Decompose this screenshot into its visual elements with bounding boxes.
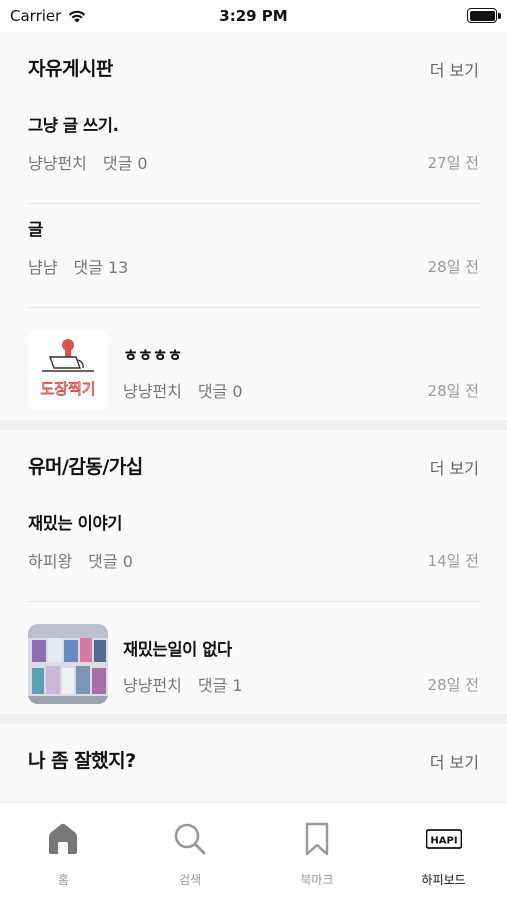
post-author: 냥냥펀치 (28, 154, 87, 173)
post-date: 27일 전 (427, 154, 479, 172)
home-icon (49, 823, 78, 854)
section-title: 나 좀 잘했지? (28, 750, 136, 772)
post-meta: 냠냠 댓글 13 (28, 254, 128, 278)
post-item[interactable]: 그냥 글 쓰기. 냥냥펀치 댓글 0 27일 전 (28, 100, 479, 204)
section-header: 유머/감동/가십 더 보기 (0, 430, 507, 498)
battery-icon (467, 8, 497, 23)
battery-tip (498, 13, 501, 19)
section-bragging: 나 좀 잘했지? 더 보기 (0, 724, 507, 792)
post-item[interactable]: 재밌는 이야기 하피왕 댓글 0 14일 전 (28, 498, 479, 602)
tab-hapiboard[interactable]: HAPI 하피보드 (380, 803, 507, 900)
section-header: 자유게시판 더 보기 (0, 32, 507, 100)
tab-label: 하피보드 (421, 873, 466, 887)
tab-bookmark[interactable]: 북마크 (254, 803, 381, 900)
post-meta: 하피왕 댓글 0 (28, 548, 133, 572)
post-comments: 댓글 1 (197, 676, 243, 695)
status-bar: Carrier 3:29 PM (0, 0, 507, 32)
post-date: 28일 전 (427, 676, 479, 694)
post-author: 냥냥펀치 (123, 382, 182, 401)
board-feed[interactable]: 자유게시판 더 보기 그냥 글 쓰기. 냥냥펀치 댓글 0 27일 전 글 냠냠… (0, 32, 507, 802)
post-meta: 냥냥펀치 댓글 0 (28, 150, 148, 174)
post-thumbnail: 도장찍기 (28, 330, 108, 410)
post-thumbnail (28, 624, 108, 704)
hapi-logo-text: HAPI (430, 836, 457, 847)
post-title: 그냥 글 쓰기. (28, 116, 119, 135)
section-free-board: 자유게시판 더 보기 그냥 글 쓰기. 냥냥펀치 댓글 0 27일 전 글 냠냠… (0, 32, 507, 420)
post-date: 28일 전 (427, 258, 479, 276)
post-comments: 댓글 0 (197, 382, 243, 401)
section-divider (0, 714, 507, 724)
post-title: 글 (28, 220, 43, 239)
tab-label: 홈 (57, 873, 69, 887)
tab-label: 북마크 (300, 873, 334, 887)
tab-search[interactable]: 검색 (127, 803, 254, 900)
section-divider (0, 420, 507, 430)
post-title: 재밌는일이 없다 (123, 640, 232, 659)
post-title: ㅎㅎㅎㅎ (123, 346, 183, 365)
post-comments: 댓글 13 (73, 258, 129, 277)
tab-label: 검색 (179, 873, 202, 887)
post-meta: 냥냥펀치 댓글 1 (123, 672, 243, 696)
more-button[interactable]: 더 보기 (430, 57, 479, 81)
search-icon (174, 823, 206, 855)
stamp-illustration: 도장찍기 (28, 330, 108, 410)
post-author: 하피왕 (28, 552, 73, 571)
more-button[interactable]: 더 보기 (430, 455, 479, 479)
post-author: 냠냠 (28, 258, 58, 277)
section-title: 자유게시판 (28, 58, 113, 80)
bookmark-icon (305, 822, 329, 856)
tab-bar: 홈 검색 북마크 HAPI 하피보드 (0, 802, 507, 900)
tab-home[interactable]: 홈 (0, 803, 127, 900)
post-item[interactable]: 도장찍기 ㅎㅎㅎㅎ 냥냥펀치 댓글 0 28일 전 (28, 308, 479, 420)
clothing-rack-photo (28, 624, 108, 704)
post-item[interactable]: 재밌는일이 없다 냥냥펀치 댓글 1 28일 전 (28, 602, 479, 714)
post-comments: 댓글 0 (102, 154, 148, 173)
more-button[interactable]: 더 보기 (430, 749, 479, 773)
post-date: 28일 전 (427, 382, 479, 400)
section-header: 나 좀 잘했지? 더 보기 (0, 724, 507, 792)
section-humor: 유머/감동/가십 더 보기 재밌는 이야기 하피왕 댓글 0 14일 전 재밌는… (0, 430, 507, 714)
post-meta: 냥냥펀치 댓글 0 (123, 378, 243, 402)
section-title: 유머/감동/가십 (28, 456, 143, 478)
thumbnail-text: 도장찍기 (40, 380, 95, 398)
hapi-logo-icon: HAPI (425, 829, 462, 849)
post-comments: 댓글 0 (88, 552, 133, 571)
status-time: 3:29 PM (219, 7, 288, 25)
post-date: 14일 전 (427, 552, 479, 570)
post-author: 냥냥펀치 (123, 676, 182, 695)
post-item[interactable]: 글 냠냠 댓글 13 28일 전 (28, 204, 479, 308)
post-title: 재밌는 이야기 (28, 514, 123, 533)
